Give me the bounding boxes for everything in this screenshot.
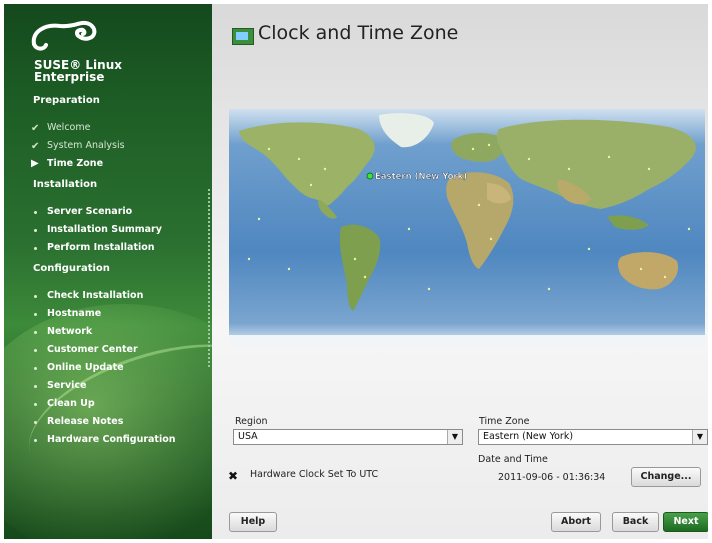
step-welcome: Welcome — [47, 122, 91, 133]
step-service: Service — [47, 380, 87, 391]
bullet-icon — [34, 211, 37, 214]
bullet-icon — [34, 349, 37, 352]
timezone-label: Time Zone — [479, 416, 530, 427]
step-clean-up: Clean Up — [47, 398, 95, 409]
bullet-icon — [34, 295, 37, 298]
datetime-label: Date and Time — [478, 454, 548, 465]
chevron-down-icon: ▼ — [447, 430, 462, 444]
bullet-icon — [34, 439, 37, 442]
sidebar: SUSE® Linux Enterprise Preparation ✔ Wel… — [4, 4, 212, 539]
section-preparation: Preparation — [33, 95, 100, 106]
step-network: Network — [47, 326, 93, 337]
bullet-icon — [34, 367, 37, 370]
hwclock-utc-checkbox[interactable]: ✖ — [228, 470, 239, 482]
region-select-value: USA — [238, 431, 258, 442]
step-time-zone: Time Zone — [47, 158, 104, 169]
section-installation: Installation — [33, 179, 98, 190]
step-installation-summary: Installation Summary — [47, 224, 162, 235]
step-customer-center: Customer Center — [47, 344, 138, 355]
checkmark-icon: ✔ — [31, 123, 40, 134]
region-label: Region — [235, 416, 268, 427]
checkmark-icon: ✔ — [31, 141, 40, 152]
main-panel: Clock and Time Zone Eastern (New York) R… — [212, 4, 708, 539]
map-marker-label: Eastern (New York) — [375, 172, 467, 182]
brand-line-2: Enterprise — [34, 70, 105, 84]
timezone-select-value: Eastern (New York) — [483, 431, 574, 442]
step-hostname: Hostname — [47, 308, 102, 319]
world-map[interactable]: Eastern (New York) — [229, 109, 705, 347]
abort-button[interactable]: Abort — [551, 512, 601, 532]
clock-timezone-icon — [232, 28, 254, 45]
page-title: Clock and Time Zone — [258, 22, 459, 44]
bullet-icon — [34, 385, 37, 388]
bullet-icon — [34, 403, 37, 406]
step-release-notes: Release Notes — [47, 416, 124, 427]
change-datetime-button[interactable]: Change... — [631, 467, 701, 487]
datetime-value: 2011-09-06 - 01:36:34 — [498, 472, 606, 483]
back-button[interactable]: Back — [612, 512, 659, 532]
current-step-arrow-icon: ▶ — [31, 158, 39, 169]
hwclock-utc-label: Hardware Clock Set To UTC — [250, 469, 379, 480]
step-online-update: Online Update — [47, 362, 124, 373]
bullet-icon — [34, 313, 37, 316]
suse-chameleon-logo — [31, 20, 97, 51]
bullet-icon — [34, 421, 37, 424]
sidebar-resize-handle[interactable] — [208, 189, 210, 367]
step-perform-installation: Perform Installation — [47, 242, 155, 253]
selected-timezone-marker[interactable] — [366, 172, 374, 180]
step-system-analysis: System Analysis — [47, 140, 125, 151]
bullet-icon — [34, 331, 37, 334]
section-configuration: Configuration — [33, 263, 110, 274]
step-hardware-configuration: Hardware Configuration — [47, 434, 176, 445]
next-button[interactable]: Next — [663, 512, 708, 532]
step-check-installation: Check Installation — [47, 290, 144, 301]
region-select[interactable]: USA ▼ — [233, 429, 463, 445]
chevron-down-icon: ▼ — [692, 430, 707, 444]
brand-text: SUSE® Linux Enterprise — [34, 59, 122, 83]
step-server-scenario: Server Scenario — [47, 206, 133, 217]
timezone-select[interactable]: Eastern (New York) ▼ — [478, 429, 708, 445]
help-button[interactable]: Help — [229, 512, 277, 532]
bullet-icon — [34, 229, 37, 232]
bullet-icon — [34, 247, 37, 250]
